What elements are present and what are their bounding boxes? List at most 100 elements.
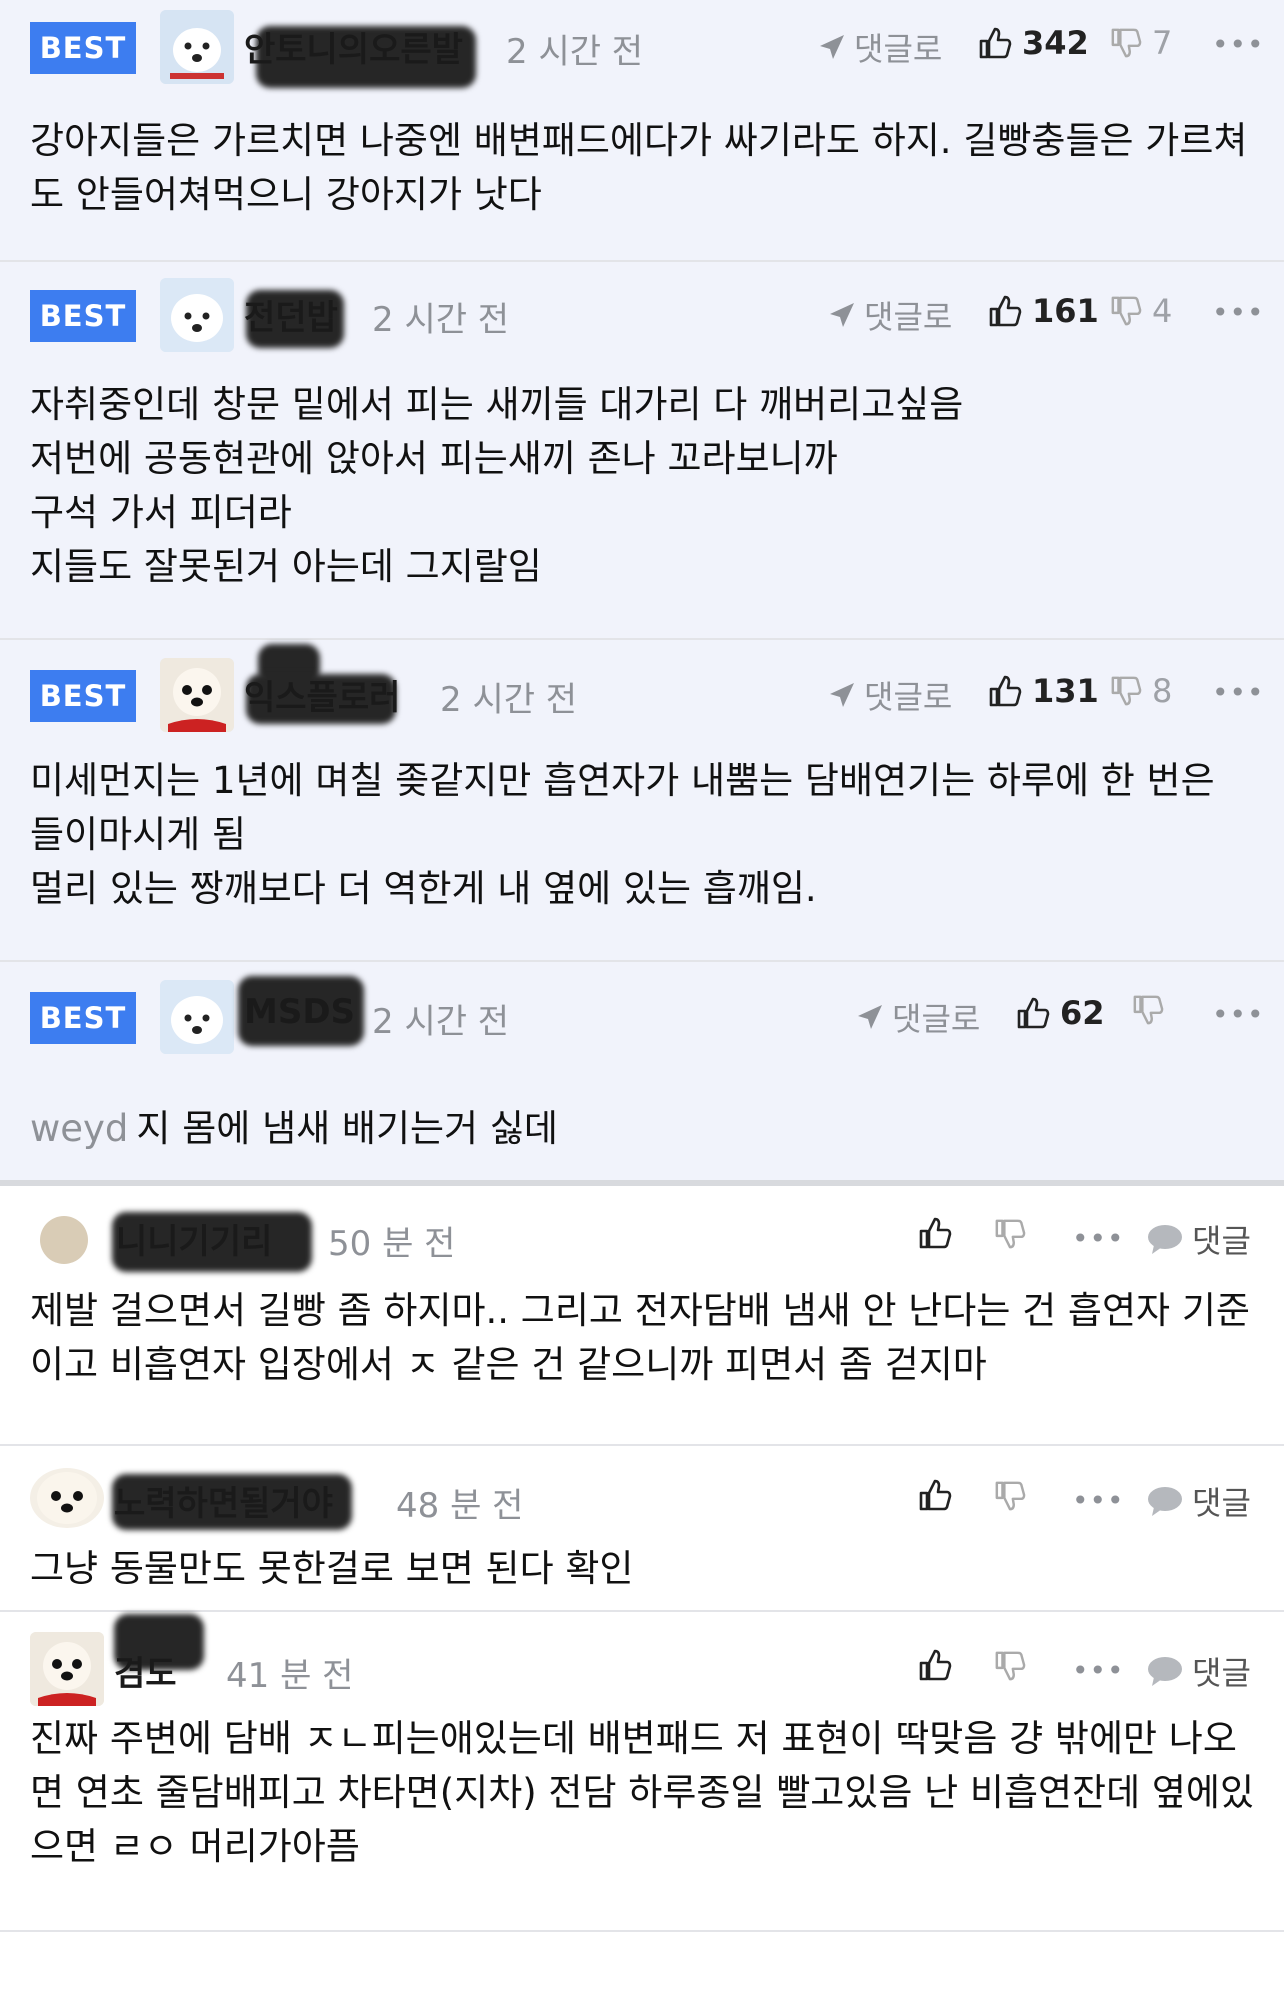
- reply-button[interactable]: 댓글: [1146, 1478, 1251, 1524]
- nickname[interactable]: 익스플로러: [244, 670, 400, 719]
- reply-label: 댓글: [1192, 1222, 1251, 1260]
- speech-bubble-icon: [1148, 1225, 1182, 1254]
- nickname[interactable]: 니니기기리: [116, 1214, 272, 1263]
- avatar[interactable]: [160, 278, 234, 352]
- more-options-icon[interactable]: •••: [1212, 296, 1265, 329]
- comment-header: BEST 익스플로러 2 시간 전 댓글로 131 8 •••: [0, 640, 1284, 732]
- reply-button[interactable]: 댓글: [1146, 1648, 1251, 1694]
- comment-text: 그냥 동물만도 못한걸로 보면 된다 확인: [30, 1547, 634, 1590]
- like-count: 62: [1060, 994, 1105, 1032]
- comment-text: 제발 걸으면서 길빵 좀 하지마.. 그리고 전자담배 냄새 안 난다는 건 흡…: [30, 1289, 1250, 1386]
- more-options-icon[interactable]: •••: [1072, 1222, 1125, 1255]
- dislike-button[interactable]: 8: [1110, 672, 1172, 710]
- reply-button[interactable]: 댓글: [1146, 1216, 1251, 1262]
- reply-label: 댓글로: [854, 30, 943, 68]
- send-arrow-icon: [858, 1005, 882, 1029]
- best-badge: BEST: [30, 290, 136, 342]
- more-options-icon[interactable]: •••: [1072, 1484, 1125, 1517]
- timestamp: 41 분 전: [226, 1656, 354, 1696]
- mention-tag[interactable]: weyd: [30, 1107, 128, 1150]
- best-badge: BEST: [30, 992, 136, 1044]
- thumbs-down-icon: [1111, 296, 1142, 326]
- reply-button[interactable]: 댓글로: [856, 994, 980, 1040]
- like-button[interactable]: 62: [1016, 994, 1105, 1032]
- thumbs-up-icon: [919, 1649, 952, 1681]
- timestamp: 48 분 전: [396, 1486, 524, 1526]
- dislike-count: 7: [1152, 24, 1173, 62]
- timestamp: 2 시간 전: [506, 32, 644, 72]
- nickname[interactable]: 겸도: [114, 1646, 177, 1695]
- like-button[interactable]: [918, 1216, 952, 1250]
- like-count: 161: [1032, 292, 1099, 330]
- like-button[interactable]: 161: [988, 292, 1099, 330]
- more-options-icon[interactable]: •••: [1072, 1654, 1125, 1687]
- comment-header: BEST 전던밥 2 시간 전 댓글로 161 4 •••: [0, 262, 1284, 354]
- dislike-button[interactable]: [1132, 994, 1174, 1026]
- dislike-count: 4: [1152, 292, 1173, 330]
- reply-label: 댓글로: [864, 298, 953, 336]
- like-count: 131: [1032, 672, 1099, 710]
- thumbs-up-icon: [919, 1217, 952, 1249]
- dislike-button[interactable]: 4: [1110, 292, 1172, 330]
- nickname[interactable]: MSDS: [244, 992, 355, 1032]
- more-options-icon[interactable]: •••: [1212, 676, 1265, 709]
- thumbs-down-icon: [995, 1651, 1026, 1681]
- best-comment: BEST 익스플로러 2 시간 전 댓글로 131 8 ••• 미세먼지는 1년…: [0, 640, 1284, 962]
- thumbs-down-icon: [1111, 28, 1142, 58]
- comment-text: 미세먼지는 1년에 며칠 좆같지만 흡연자가 내뿜는 담배연기는 하루에 한 번…: [30, 759, 1215, 910]
- comment-header: 노력하면될거야 48 분 전 ••• 댓글: [0, 1446, 1284, 1538]
- reply-button[interactable]: 댓글로: [828, 292, 952, 338]
- comment-header: 겸도 41 분 전 ••• 댓글: [0, 1612, 1284, 1706]
- like-count: 342: [1022, 24, 1089, 62]
- thumbs-down-icon: [995, 1481, 1026, 1511]
- thumbs-up-icon: [919, 1479, 952, 1511]
- thumbs-up-icon: [989, 295, 1022, 327]
- timestamp: 50 분 전: [328, 1224, 456, 1264]
- comment-text: 강아지들은 가르치면 나중엔 배변패드에다가 싸기라도 하지. 길빵충들은 가르…: [30, 119, 1248, 216]
- more-options-icon[interactable]: •••: [1212, 28, 1265, 61]
- timestamp: 2 시간 전: [440, 680, 578, 720]
- thumbs-down-icon: [1133, 995, 1164, 1025]
- dislike-button[interactable]: 7: [1110, 24, 1172, 62]
- comment-header: BEST MSDS 2 시간 전 댓글로 62 •••: [0, 962, 1284, 1054]
- comment-text: weyd 지 몸에 냄새 배기는거 싫데: [30, 1048, 1256, 1156]
- best-badge: BEST: [30, 22, 136, 74]
- timestamp: 2 시간 전: [372, 300, 510, 340]
- thumbs-up-icon: [989, 675, 1022, 707]
- avatar[interactable]: [160, 10, 234, 84]
- thumbs-up-icon: [979, 27, 1012, 59]
- nickname[interactable]: 안토니의오른발: [244, 22, 463, 71]
- like-button[interactable]: 131: [988, 672, 1099, 710]
- dislike-button[interactable]: [994, 1480, 1026, 1512]
- avatar[interactable]: [160, 980, 234, 1054]
- dislike-button[interactable]: [994, 1218, 1026, 1250]
- reply-button[interactable]: 댓글로: [828, 672, 952, 718]
- timestamp: 2 시간 전: [372, 1002, 510, 1042]
- reply-button[interactable]: 댓글로: [818, 24, 942, 70]
- reply-label: 댓글로: [864, 678, 953, 716]
- reply-label: 댓글: [1192, 1484, 1251, 1522]
- send-arrow-icon: [830, 303, 854, 327]
- comment-body: 지 몸에 냄새 배기는거 싫데: [136, 1107, 558, 1150]
- more-options-icon[interactable]: •••: [1212, 998, 1265, 1031]
- best-comment: BEST MSDS 2 시간 전 댓글로 62 ••• weyd 지 몸에 냄새 …: [0, 962, 1284, 1180]
- like-button[interactable]: [918, 1478, 952, 1512]
- dislike-button[interactable]: [994, 1650, 1026, 1682]
- send-arrow-icon: [820, 35, 844, 59]
- nickname[interactable]: 노력하면될거야: [114, 1476, 333, 1525]
- like-button[interactable]: 342: [978, 24, 1089, 62]
- avatar[interactable]: [30, 1468, 104, 1528]
- comment: 겸도 41 분 전 ••• 댓글 진짜 주변에 담배 ㅈㄴ피는애있는데 배변패드…: [0, 1612, 1284, 1932]
- avatar[interactable]: [30, 1632, 104, 1706]
- best-comment: BEST 안토니의오른발 2 시간 전 댓글로 342 7 ••• 강아지들은 …: [0, 0, 1284, 262]
- thumbs-down-icon: [995, 1219, 1026, 1249]
- comment-header: 니니기기리 50 분 전 ••• 댓글: [0, 1186, 1284, 1278]
- reply-label: 댓글로: [892, 1000, 981, 1038]
- like-button[interactable]: [918, 1648, 952, 1682]
- dislike-count: 8: [1152, 672, 1173, 710]
- nickname[interactable]: 전던밥: [244, 290, 338, 339]
- avatar[interactable]: [160, 658, 234, 732]
- avatar[interactable]: [40, 1216, 88, 1264]
- send-arrow-icon: [830, 683, 854, 707]
- comment-text: 자취중인데 창문 밑에서 피는 새끼들 대가리 다 깨버리고싶음 저번에 공동현…: [30, 383, 964, 588]
